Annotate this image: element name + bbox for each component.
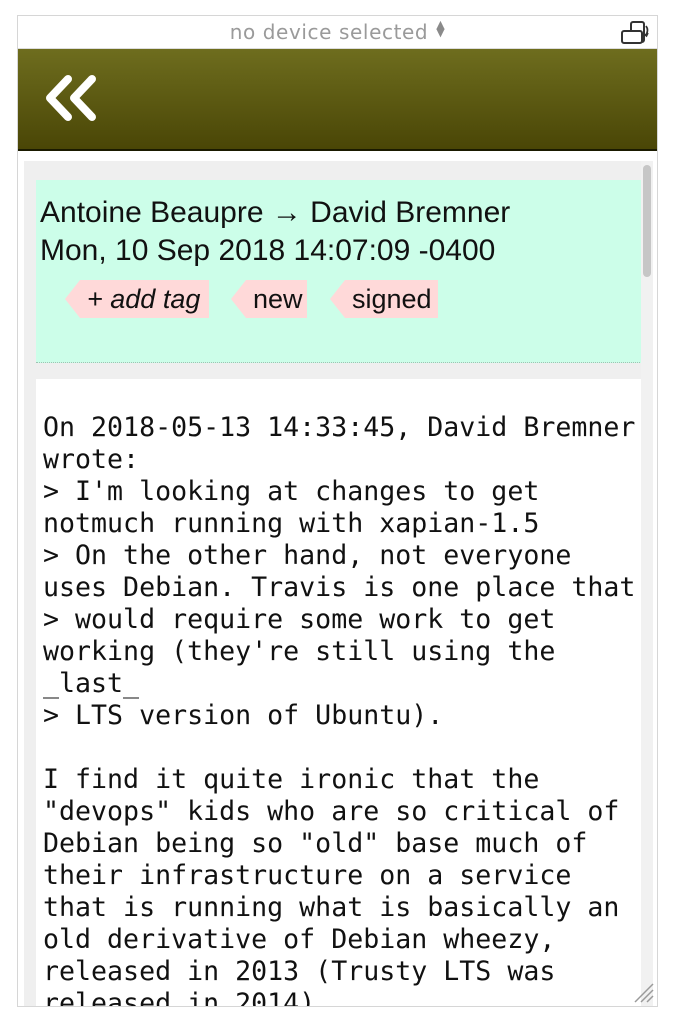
tag-new[interactable]: new [231,280,307,318]
up-down-arrows-icon: ▲ ▼ [436,18,446,39]
rotate-device-icon[interactable] [619,20,651,46]
body-line: old derivative of Debian wheezy, [43,924,556,955]
body-line: their infrastructure on a service [43,860,572,891]
scrollbar-thumb[interactable] [643,165,651,277]
body-line: On 2018-05-13 14:33:45, David Bremner [43,412,636,443]
body-line: I find it quite ironic that the [43,764,540,795]
body-line: released in 2014). [43,988,332,1007]
message-header: Antoine Beaupre → David Bremner Mon, 10 … [36,180,644,363]
body-line: working (they're still using the [43,636,556,667]
resize-grip-icon[interactable] [633,982,655,1004]
device-selector[interactable]: no device selected ▲ ▼ [18,18,657,44]
double-chevron-left-icon[interactable] [44,73,100,123]
add-tag-button[interactable]: + add tag [65,280,209,318]
vertical-scrollbar[interactable] [641,161,653,1006]
body-line: released in 2013 (Trusty LTS was [43,956,556,987]
body-line: > would require some work to get [43,604,556,635]
message-body: On 2018-05-13 14:33:45, David Bremner wr… [36,379,644,1007]
body-line: that is running what is basically an [43,892,620,923]
body-line: _last_ [43,668,140,699]
body-line: Debian being so "old" base much of [43,828,588,859]
body-line: > LTS version of Ubuntu). [43,700,444,731]
message-viewport[interactable]: Antoine Beaupre → David Bremner Mon, 10 … [24,161,653,1007]
message-date: Mon, 10 Sep 2018 14:07:09 -0400 [40,234,496,267]
from-to-line: Antoine Beaupre → David Bremner [40,196,511,229]
body-line: wrote: [43,444,140,475]
body-line: uses Debian. Travis is one place that [43,572,636,603]
body-line: > On the other hand, not everyone [43,540,572,571]
body-line: notmuch running with xapian-1.5 [43,508,540,539]
device-selector-label: no device selected [229,20,429,44]
device-frame: no device selected ▲ ▼ Antoine Beaupre → D… [17,15,658,1007]
message-body-text: On 2018-05-13 14:33:45, David Bremner wr… [43,412,636,1007]
tag-signed[interactable]: signed [330,280,438,318]
body-line: > I'm looking at changes to get [43,476,540,507]
app-header-bar [18,49,657,151]
body-line: "devops" kids who are so critical of [43,796,620,827]
device-toolbar: no device selected ▲ ▼ [18,16,657,49]
